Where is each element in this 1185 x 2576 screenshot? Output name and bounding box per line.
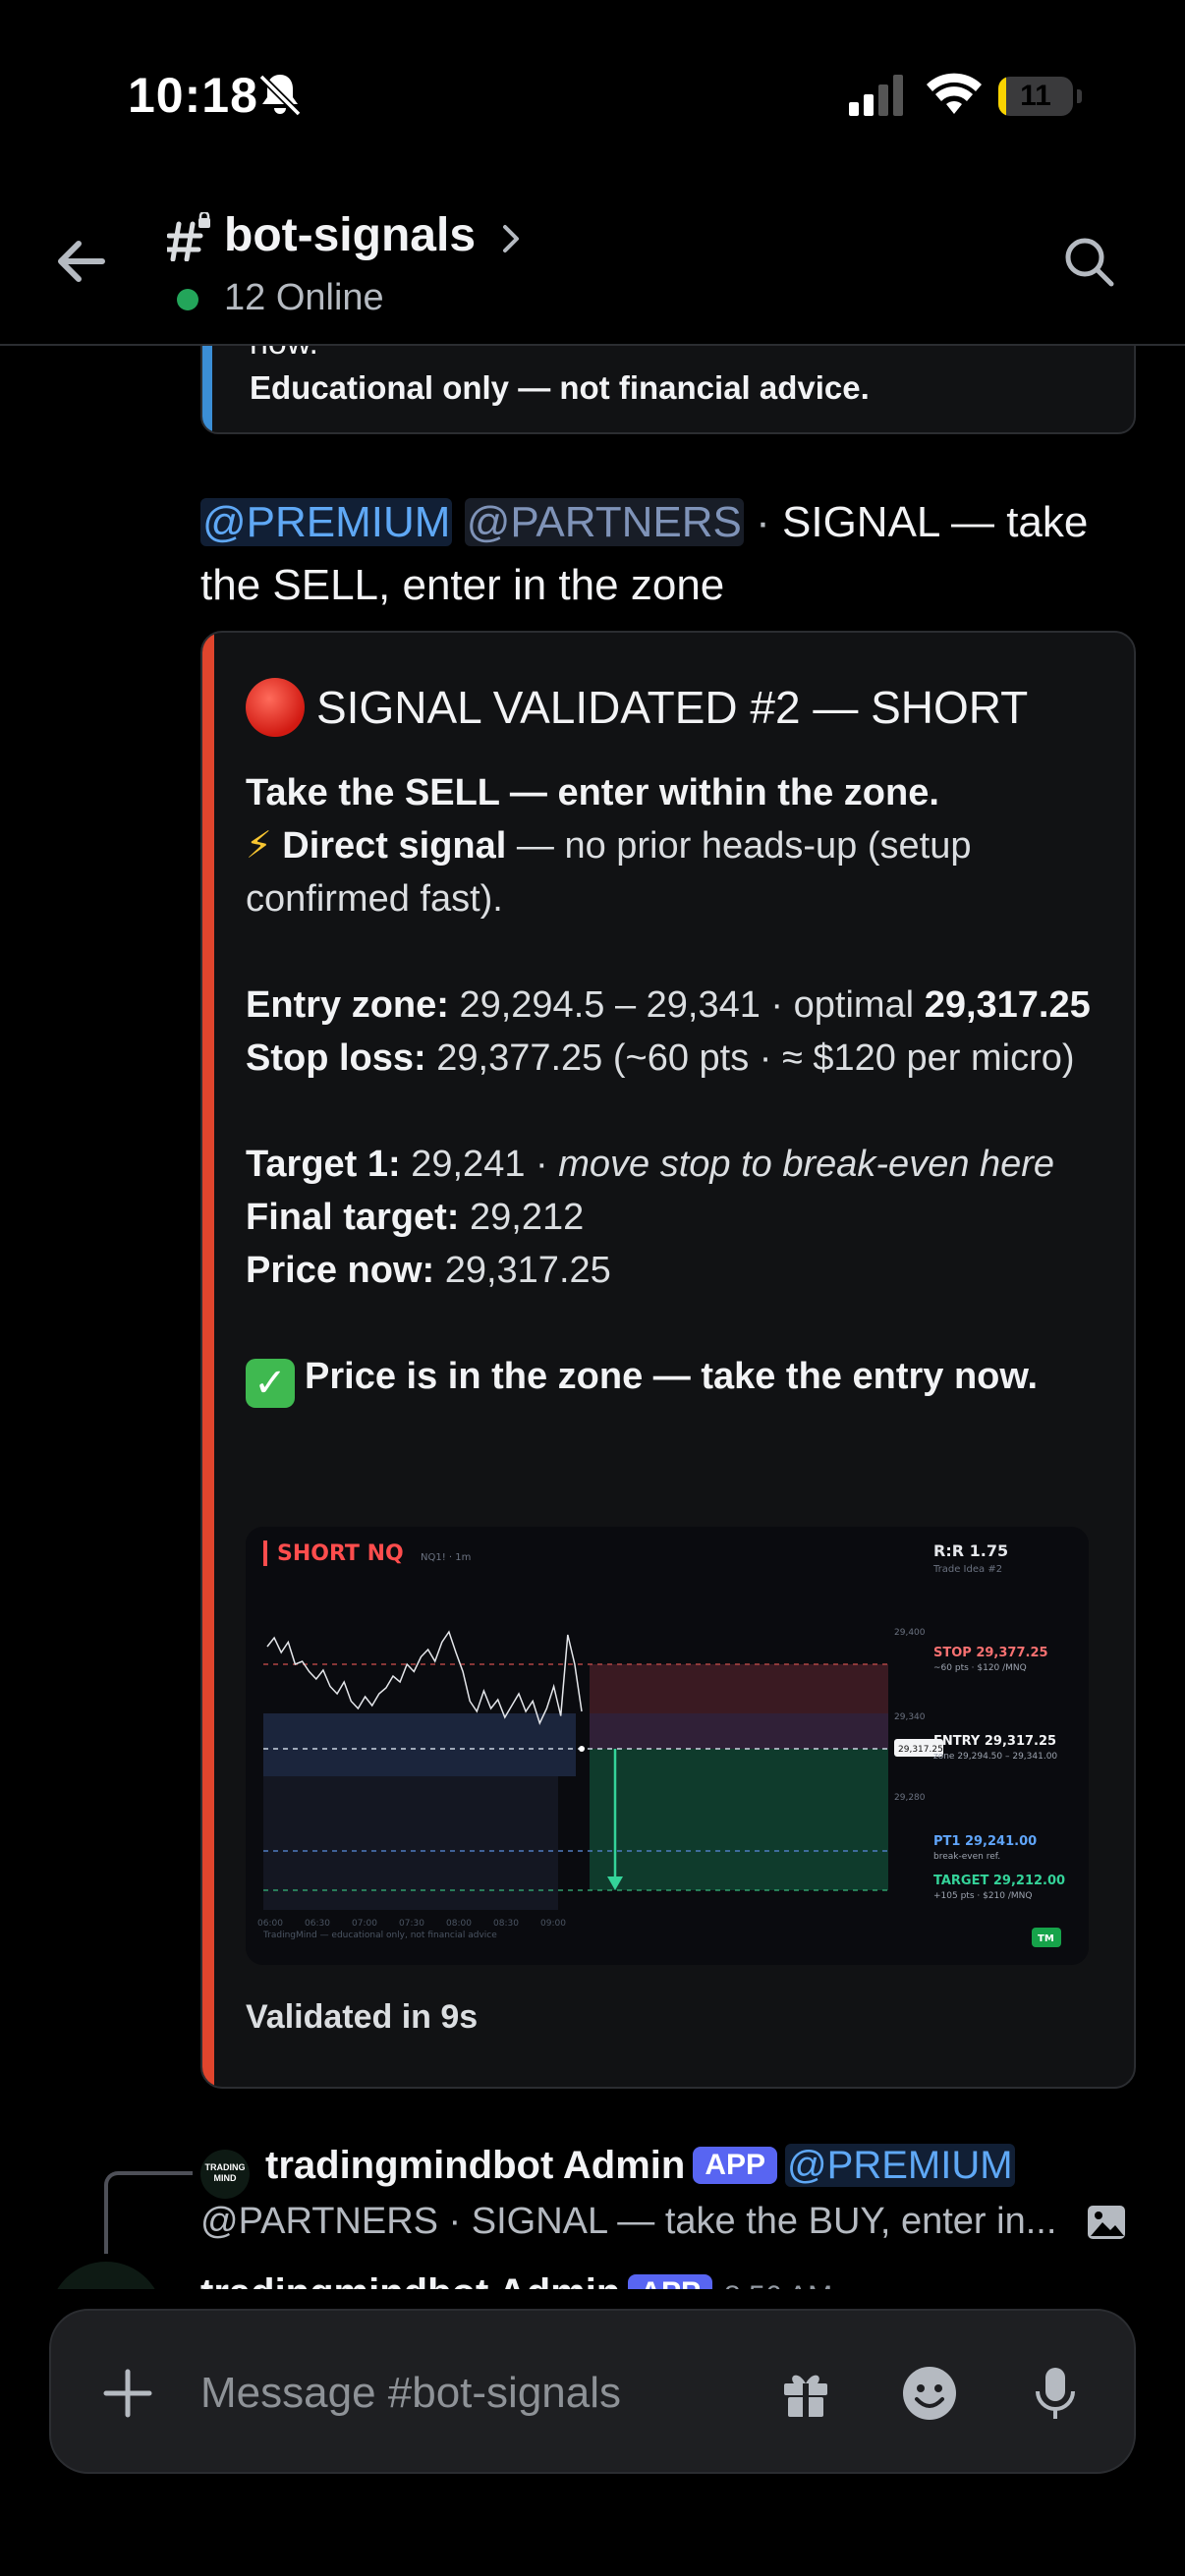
bell-off-icon: [258, 74, 302, 117]
lightning-icon: ⚡: [246, 825, 272, 867]
chart-symbol: NQ1! · 1m: [421, 1552, 471, 1563]
lead-text: Take the SELL — enter within the zone.: [246, 772, 939, 813]
mention-premium[interactable]: @PREMIUM: [785, 2144, 1015, 2187]
reply-preview-text[interactable]: @PARTNERS · SIGNAL — take the BUY, enter…: [200, 2201, 1065, 2243]
online-status-dot: [177, 289, 198, 310]
red-circle-icon: [246, 678, 305, 737]
plus-icon[interactable]: [100, 2366, 155, 2421]
x-tick: 06:00: [257, 1919, 283, 1929]
reply-avatar[interactable]: TRADING MIND: [200, 2150, 250, 2199]
status-time: 10:18: [128, 68, 258, 123]
battery-indicator: 11: [998, 77, 1082, 116]
stop-text: 29,377.25 (~60 pts · ≈ $120 per micro): [425, 1037, 1075, 1079]
x-tick: 07:30: [399, 1919, 424, 1929]
direct-label: Direct signal: [282, 825, 507, 867]
chevron-right-icon[interactable]: [499, 222, 525, 255]
microphone-icon[interactable]: [1028, 2364, 1083, 2423]
entry-sub: zone 29,294.50 – 29,341.00: [933, 1752, 1057, 1762]
embed-disclaimer: Educational only — not financial advice.: [250, 369, 870, 406]
reply-author[interactable]: tradingmindbot Admin: [265, 2144, 685, 2187]
price-now-value: 29,317.25: [434, 1250, 611, 1291]
x-tick: 09:00: [540, 1919, 566, 1929]
chart-rr: R:R 1.75: [933, 1541, 1008, 1560]
chart-footer: TradingMind — educational only, not fina…: [262, 1931, 497, 1940]
entry-label: Entry zone:: [246, 984, 449, 1026]
status-bar: 10:18 11: [0, 0, 1185, 187]
channel-name[interactable]: bot-signals: [224, 208, 476, 262]
message-input[interactable]: [200, 2350, 751, 2436]
y-tick: 29,400: [894, 1628, 926, 1638]
x-tick: 06:30: [305, 1919, 330, 1929]
y-tick: 29,340: [894, 1712, 926, 1722]
app-badge: APP: [693, 2147, 778, 2184]
signal-embed: SIGNAL VALIDATED #2 — SHORT Take the SEL…: [200, 631, 1136, 2089]
final-target-label: Final target:: [246, 1197, 460, 1238]
embed-body: Take the SELL — enter within the zone. ⚡…: [246, 766, 1110, 1408]
current-price-dot: [579, 1746, 585, 1752]
target-sub: +105 pts · $210 /MNQ: [933, 1891, 1032, 1901]
reply-connector: [104, 2171, 193, 2254]
separator: ·: [743, 498, 782, 546]
zone-confirm: Price is in the zone — take the entry no…: [305, 1356, 1039, 1397]
embed-cut-text: now.: [250, 346, 318, 363]
battery-level: 11: [1020, 80, 1051, 112]
stop-label: Stop loss:: [246, 1037, 426, 1079]
image-attachment-icon: [1088, 2206, 1125, 2239]
gift-icon[interactable]: [778, 2366, 833, 2421]
embed-accent-bar: [202, 346, 212, 432]
y-tick: 29,280: [894, 1793, 926, 1803]
stop-label: STOP 29,377.25: [933, 1646, 1048, 1660]
pt1-label: PT1 29,241.00: [933, 1834, 1037, 1849]
x-tick: 07:00: [352, 1919, 377, 1929]
target-label: TARGET 29,212.00: [933, 1874, 1065, 1888]
cellular-signal-icon: [849, 75, 903, 116]
x-tick: 08:00: [446, 1919, 472, 1929]
entry-text: 29,294.5 – 29,341 · optimal: [448, 984, 925, 1026]
entry-label: ENTRY 29,317.25: [933, 1734, 1056, 1749]
chart-title: SHORT NQ: [277, 1541, 404, 1566]
message-content: @PREMIUM @PARTNERS · SIGNAL — take the S…: [200, 491, 1104, 617]
target1-note: move stop to break-even here: [558, 1144, 1055, 1185]
entry-optimal: 29,317.25: [924, 984, 1091, 1026]
locked-channel-hash-icon: [167, 212, 210, 261]
online-count: 12 Online: [224, 277, 384, 318]
chart-trade-idea: Trade Idea #2: [932, 1564, 1002, 1575]
previous-embed: now. Educational only — not financial ad…: [200, 346, 1136, 434]
back-arrow-icon[interactable]: [51, 232, 110, 291]
chart-image[interactable]: SHORT NQ NQ1! · 1m R:R 1.75 Trade Idea #…: [246, 1527, 1089, 1965]
final-target-value: 29,212: [459, 1197, 585, 1238]
chart-badge: TM: [1038, 1933, 1054, 1944]
embed-title-text: SIGNAL VALIDATED #2 — SHORT: [316, 682, 1029, 733]
price-now-label: Price now:: [246, 1250, 435, 1291]
reply-header[interactable]: tradingmindbot Admin APP @PREMIUM: [265, 2144, 1015, 2188]
channel-header: bot-signals 12 Online: [0, 187, 1185, 346]
embed-title: SIGNAL VALIDATED #2 — SHORT: [246, 678, 1028, 737]
target1-value: 29,241 ·: [400, 1144, 559, 1185]
check-mark-icon: ✓: [246, 1359, 295, 1408]
stop-sub: ~60 pts · $120 /MNQ: [933, 1663, 1027, 1673]
mention-partners[interactable]: @PARTNERS: [464, 498, 744, 546]
profit-zone: [590, 1749, 888, 1890]
target1-label: Target 1:: [246, 1144, 401, 1185]
emoji-icon[interactable]: [900, 2364, 959, 2423]
x-tick: 08:30: [493, 1919, 519, 1929]
search-icon[interactable]: [1061, 234, 1116, 289]
message-composer: [49, 2309, 1136, 2474]
wifi-icon: [927, 73, 982, 114]
embed-accent-bar: [202, 633, 214, 2087]
validated-footer: Validated in 9s: [246, 1998, 479, 2036]
entry-zone-history: [263, 1713, 576, 1776]
message-list[interactable]: now. Educational only — not financial ad…: [0, 346, 1185, 2311]
pt1-sub: break-even ref.: [933, 1852, 1000, 1862]
mention-premium[interactable]: @PREMIUM: [200, 498, 453, 546]
